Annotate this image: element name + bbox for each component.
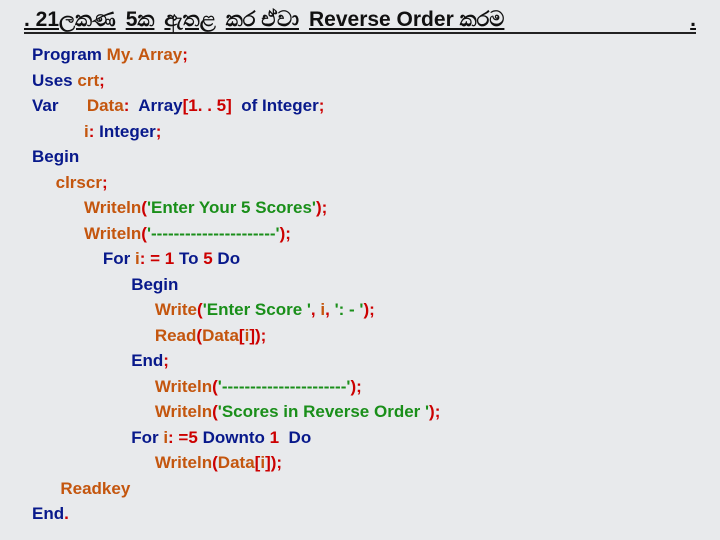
id-data2: Data [202, 326, 239, 345]
op-sc: ; [319, 96, 325, 115]
kw-do: Do [217, 249, 240, 268]
kw-downto: Downto [203, 428, 265, 447]
slide-title: . 21ලකණ 5ක ඇතළ කර ඒවා Reverse Order කරම … [24, 8, 696, 34]
op-sc: ; [261, 326, 267, 345]
kw-integer2: Integer [99, 122, 156, 141]
id-data: Data [87, 96, 124, 115]
id-crt: crt [77, 71, 99, 90]
op-sc: ; [276, 453, 282, 472]
title-part-5: Reverse Order කරම [309, 8, 504, 32]
title-part-4: කර ඒවා [226, 8, 299, 32]
id-myarray: My. Array [107, 45, 183, 64]
dots: . . [198, 96, 212, 115]
assign: : = [140, 249, 160, 268]
op-colon: : [124, 96, 130, 115]
id-writeln5: Writeln [155, 453, 212, 472]
id-writeln3: Writeln [155, 377, 212, 396]
kw-begin: Begin [32, 147, 79, 166]
n1c: 1 [270, 428, 279, 447]
period: . [64, 504, 69, 523]
assign2: : = [168, 428, 188, 447]
kw-end: End [131, 351, 163, 370]
id-write: Write [155, 300, 197, 319]
title-part-6: . [690, 8, 696, 32]
code-block: Program My. Array; Uses crt; Var Data: A… [24, 42, 696, 527]
op-sc: ; [182, 45, 188, 64]
kw-end2: End [32, 504, 64, 523]
n1: 1 [188, 96, 197, 115]
kw-program: Program [32, 45, 102, 64]
op-sc: ; [163, 351, 169, 370]
op-colon: : [89, 122, 95, 141]
op-sc: ; [369, 300, 375, 319]
op-sc: ; [99, 71, 105, 90]
n5b: 5 [203, 249, 212, 268]
id-data3: Data [218, 453, 255, 472]
title-part-1: . 21ලකණ [24, 8, 116, 32]
op-sc: ; [356, 377, 362, 396]
str-dashes2: '----------------------' [218, 377, 351, 396]
title-part-2: 5ක [126, 8, 155, 32]
op-sc: ; [156, 122, 162, 141]
op-sc: ; [322, 198, 328, 217]
id-writeln4: Writeln [155, 402, 212, 421]
n5: 5 [217, 96, 226, 115]
kw-begin2: Begin [131, 275, 178, 294]
n5c: 5 [188, 428, 197, 447]
kw-integer: Integer [262, 96, 319, 115]
op-sc: ; [102, 173, 108, 192]
op-sc: ; [285, 224, 291, 243]
str-dashes: '----------------------' [147, 224, 280, 243]
id-readkey: Readkey [60, 479, 130, 498]
kw-uses: Uses [32, 71, 73, 90]
comma1: , [311, 300, 316, 319]
str-scores: 'Enter Your 5 Scores' [147, 198, 316, 217]
id-clrscr: clrscr [56, 173, 102, 192]
comma2: , [325, 300, 330, 319]
kw-of: of [241, 96, 257, 115]
kw-for: For [103, 249, 130, 268]
str-cd: ': - ' [335, 300, 364, 319]
id-writeln1: Writeln [84, 198, 141, 217]
kw-array: Array [138, 96, 182, 115]
kw-do2: Do [289, 428, 312, 447]
op-rb: ] [226, 96, 232, 115]
n1b: 1 [165, 249, 174, 268]
str-rev: 'Scores in Reverse Order ' [218, 402, 429, 421]
id-writeln2: Writeln [84, 224, 141, 243]
title-part-3: ඇතළ [164, 8, 215, 32]
op-sc: ; [435, 402, 441, 421]
kw-var: Var [32, 96, 58, 115]
kw-for2: For [131, 428, 158, 447]
str-enter: 'Enter Score ' [203, 300, 311, 319]
kw-to: To [179, 249, 199, 268]
id-read: Read [155, 326, 197, 345]
